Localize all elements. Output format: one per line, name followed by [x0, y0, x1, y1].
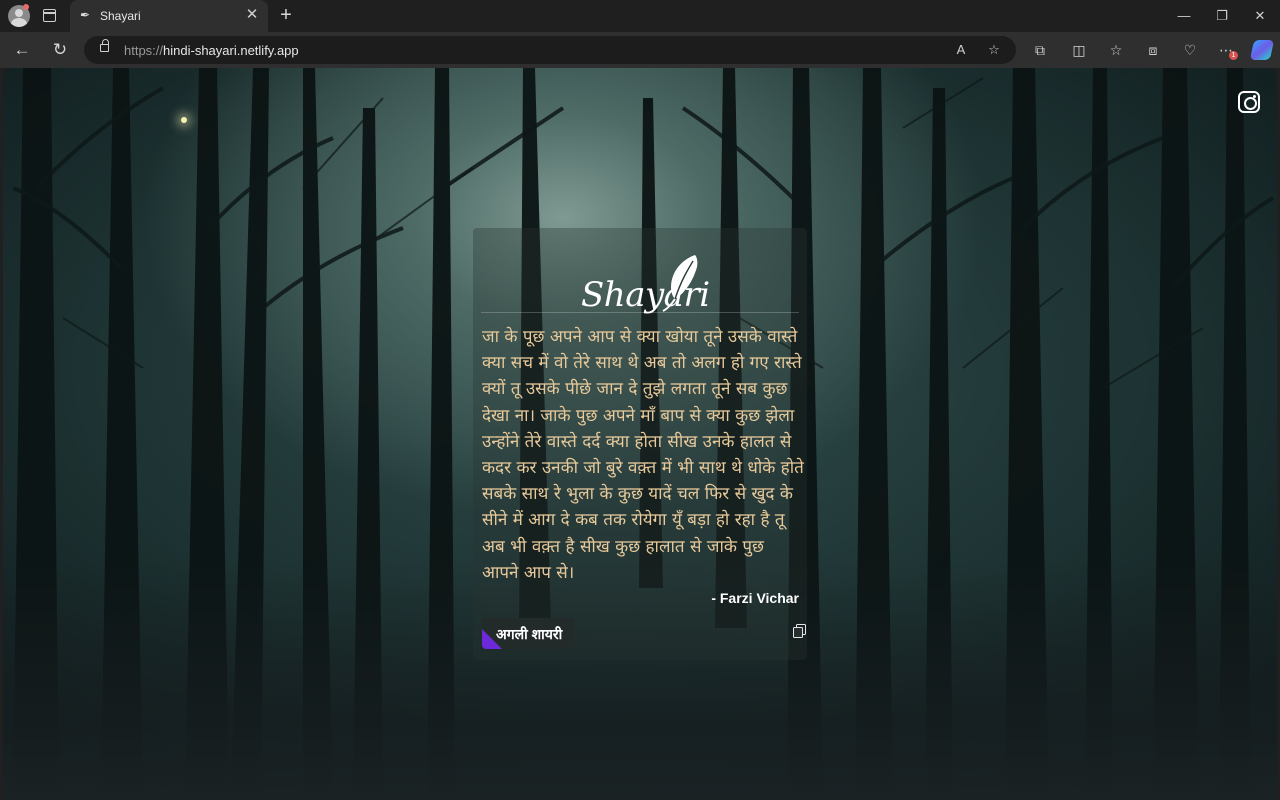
tab-shayari[interactable]: ✒ Shayari ✕	[70, 0, 268, 32]
next-shayari-button[interactable]: अगली शायरी	[482, 618, 574, 649]
moon	[181, 117, 187, 123]
refresh-icon[interactable]: ↻	[50, 40, 70, 60]
read-aloud-icon[interactable]: A	[952, 41, 970, 59]
tab-title: Shayari	[100, 9, 141, 23]
instagram-icon[interactable]	[1238, 91, 1260, 113]
profile-notification-dot	[23, 4, 29, 10]
restore-button[interactable]: ❐	[1212, 6, 1232, 26]
next-shayari-label: अगली शायरी	[496, 626, 563, 642]
url-host: hindi-shayari.netlify.app	[163, 43, 299, 58]
url-text[interactable]: https://hindi-shayari.netlify.app	[124, 43, 299, 58]
quill-favicon-icon: ✒	[80, 8, 91, 22]
back-arrow-icon[interactable]: ←	[12, 40, 32, 60]
author-name: - Farzi Vichar	[711, 590, 799, 606]
split-screen-icon[interactable]: ◫	[1069, 40, 1089, 60]
tab-strip: ✒ Shayari ✕ + — ❐ ✕	[0, 0, 1280, 32]
puzzle-icon[interactable]: ⧉	[1030, 40, 1050, 60]
close-tab-icon[interactable]: ✕	[244, 7, 260, 23]
new-tab-button[interactable]: +	[276, 5, 296, 25]
heart-pulse-icon[interactable]: ♡	[1180, 40, 1200, 60]
shayari-logo: Shayari	[581, 253, 710, 315]
collections-icon[interactable]: ⧈	[1143, 40, 1163, 60]
feather-icon	[662, 255, 698, 312]
shayari-card: Shayari जा के पूछ अपने आप से क्या खोया त…	[473, 228, 807, 660]
favorites-icon[interactable]: ☆	[1106, 40, 1126, 60]
workspaces-icon[interactable]	[43, 9, 56, 22]
url-scheme: https://	[124, 43, 164, 58]
close-window-button[interactable]: ✕	[1250, 6, 1270, 26]
url-field[interactable]: https://hindi-shayari.netlify.app A ☆	[84, 36, 1016, 64]
address-bar: ← ↻ https://hindi-shayari.netlify.app A …	[0, 32, 1280, 68]
minimize-button[interactable]: —	[1174, 6, 1194, 26]
divider	[481, 312, 799, 313]
shayari-text: जा के पूछ अपने आप से क्या खोया तूने उसके…	[482, 327, 804, 583]
page-viewport: Shayari जा के पूछ अपने आप से क्या खोया त…	[3, 68, 1277, 800]
star-icon[interactable]: ☆	[985, 41, 1003, 59]
notification-badge: 1	[1229, 51, 1238, 60]
copy-icon[interactable]	[793, 624, 806, 638]
lock-icon[interactable]	[100, 39, 109, 52]
